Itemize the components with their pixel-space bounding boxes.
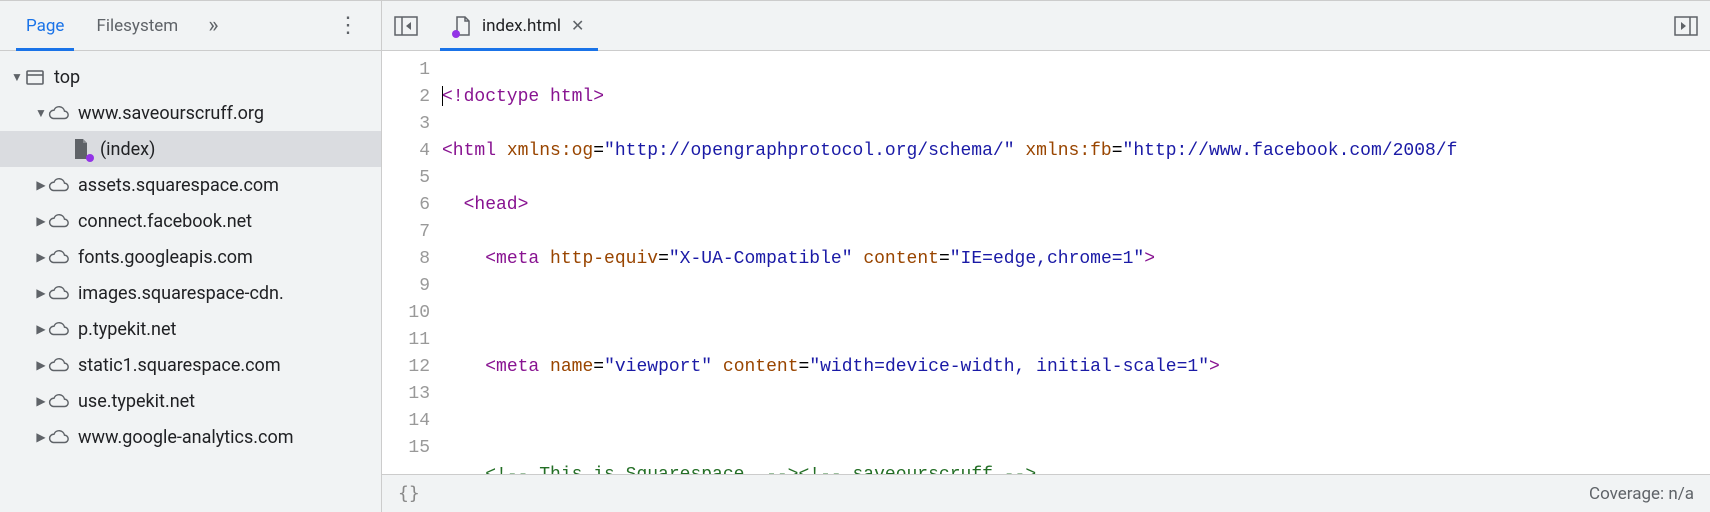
- toggle-sidebar-right-icon[interactable]: [1670, 10, 1702, 42]
- navigator-sidebar: Page Filesystem » ⋮ ▼ top ▼ www.saveours…: [0, 1, 382, 512]
- tabs-overflow-button[interactable]: »: [200, 13, 226, 38]
- cloud-icon: [48, 426, 70, 448]
- cloud-icon: [48, 282, 70, 304]
- line-number-gutter: 1 2 3 4 5 6 7 8 9 10 11 12 13 14 15: [382, 51, 442, 474]
- tab-filesystem[interactable]: Filesystem: [80, 1, 194, 50]
- cloud-icon: [48, 390, 70, 412]
- tree-item-domain[interactable]: ▶ static1.squarespace.com: [0, 347, 381, 383]
- cloud-icon: [48, 354, 70, 376]
- cloud-icon: [48, 318, 70, 340]
- cloud-icon: [48, 210, 70, 232]
- code-content[interactable]: <!doctype html> <html xmlns:og="http://o…: [442, 51, 1710, 474]
- coverage-label: Coverage: n/a: [1589, 484, 1694, 504]
- tree-item-domain[interactable]: ▶ images.squarespace-cdn.: [0, 275, 381, 311]
- editor-tab-label: index.html: [482, 16, 561, 36]
- pretty-print-button[interactable]: {}: [398, 483, 420, 504]
- document-icon: [70, 138, 92, 160]
- sidebar-tab-bar: Page Filesystem » ⋮: [0, 1, 381, 51]
- tree-label: (index): [100, 139, 155, 160]
- expand-arrow-icon: ▼: [34, 106, 48, 120]
- cloud-icon: [48, 102, 70, 124]
- tree-label: www.saveourscruff.org: [78, 103, 264, 124]
- code-editor[interactable]: 1 2 3 4 5 6 7 8 9 10 11 12 13 14 15 <!do…: [382, 51, 1710, 474]
- collapse-arrow-icon: ▶: [34, 178, 48, 192]
- file-tree: ▼ top ▼ www.saveourscruff.org (index) ▶ …: [0, 51, 381, 512]
- tree-item-domain[interactable]: ▶ p.typekit.net: [0, 311, 381, 347]
- editor-status-bar: {} Coverage: n/a: [382, 474, 1710, 512]
- tree-label: www.google-analytics.com: [78, 427, 294, 448]
- collapse-arrow-icon: ▶: [34, 358, 48, 372]
- collapse-arrow-icon: ▶: [34, 322, 48, 336]
- collapse-arrow-icon: ▶: [34, 430, 48, 444]
- cloud-icon: [48, 174, 70, 196]
- sidebar-kebab-menu-icon[interactable]: ⋮: [325, 13, 371, 38]
- tree-label: static1.squarespace.com: [78, 355, 281, 376]
- tree-item-top[interactable]: ▼ top: [0, 59, 381, 95]
- frame-icon: [24, 66, 46, 88]
- tree-label: connect.facebook.net: [78, 211, 252, 232]
- collapse-arrow-icon: ▶: [34, 394, 48, 408]
- tree-item-index[interactable]: (index): [0, 131, 381, 167]
- tab-page[interactable]: Page: [10, 1, 80, 50]
- close-tab-icon[interactable]: ✕: [571, 16, 584, 35]
- tree-label: p.typekit.net: [78, 319, 176, 340]
- editor-pane: index.html ✕ 1 2 3 4 5 6 7 8 9 10 11 12 …: [382, 1, 1710, 512]
- tree-label: images.squarespace-cdn.: [78, 283, 284, 304]
- document-icon: [454, 16, 474, 36]
- tree-label: top: [54, 67, 80, 88]
- tree-label: fonts.googleapis.com: [78, 247, 253, 268]
- tree-item-domain[interactable]: ▶ www.google-analytics.com: [0, 419, 381, 455]
- collapse-arrow-icon: ▶: [34, 286, 48, 300]
- cloud-icon: [48, 246, 70, 268]
- tree-item-domain[interactable]: ▶ connect.facebook.net: [0, 203, 381, 239]
- expand-arrow-icon: ▼: [10, 70, 24, 84]
- editor-tab-bar: index.html ✕: [382, 1, 1710, 51]
- toggle-navigator-icon[interactable]: [390, 10, 422, 42]
- tree-item-domain[interactable]: ▶ fonts.googleapis.com: [0, 239, 381, 275]
- collapse-arrow-icon: ▶: [34, 250, 48, 264]
- tree-item-domain[interactable]: ▶ use.typekit.net: [0, 383, 381, 419]
- collapse-arrow-icon: ▶: [34, 214, 48, 228]
- tree-item-domain[interactable]: ▼ www.saveourscruff.org: [0, 95, 381, 131]
- editor-tab-index[interactable]: index.html ✕: [440, 1, 598, 50]
- tree-item-domain[interactable]: ▶ assets.squarespace.com: [0, 167, 381, 203]
- tree-label: assets.squarespace.com: [78, 175, 279, 196]
- tree-label: use.typekit.net: [78, 391, 195, 412]
